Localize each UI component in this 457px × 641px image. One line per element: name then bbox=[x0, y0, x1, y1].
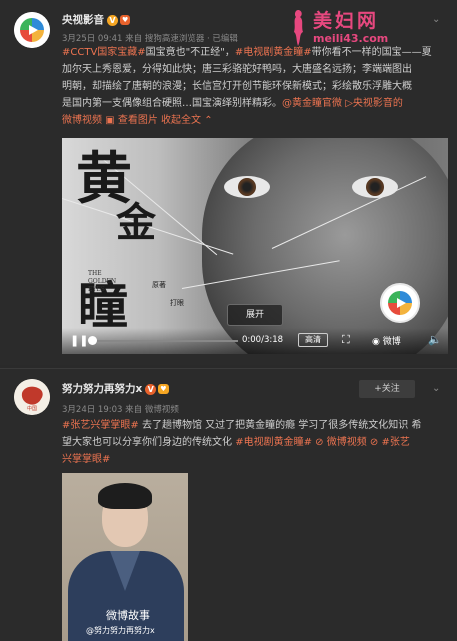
video-player[interactable]: 黄 金 瞳 THE GOLDEN EYES 原著 打眼 展开 ❚❚ 0:00/3… bbox=[62, 138, 448, 354]
text-segment: 去了趟博物馆 又过了把黄金瞳的瘾 学习了很多传统文化知识 希 bbox=[138, 420, 422, 431]
highlight-link[interactable]: ⊘ #张艺 bbox=[370, 437, 410, 448]
text-line: 加尔天上秀恩爱，分得如此快；唐三彩骆驼好鸭吗，大唐盛名远扬；李端端图出 bbox=[62, 61, 448, 78]
text-segment: 国宝竟也"不正经"， bbox=[145, 47, 235, 58]
chevron-down-icon[interactable]: ⌄ bbox=[432, 14, 440, 25]
text-segment: 带你看不一样的国宝——夏 bbox=[311, 47, 432, 58]
text-line: 是国内第一支偶像组合硬照…国宝演绎别样精彩。@黄金瞳官微 ▷央视影音的 bbox=[62, 95, 448, 112]
highlight-link[interactable]: #张艺兴掌掌眼# bbox=[62, 420, 139, 431]
text-line: #CCTV国家宝藏#国宝竟也"不正经"，#电视剧黄金瞳#带你看不一样的国宝——夏 bbox=[62, 44, 448, 61]
post-text: #CCTV国家宝藏#国宝竟也"不正经"，#电视剧黄金瞳#带你看不一样的国宝——夏… bbox=[62, 44, 448, 129]
cctv-avatar[interactable] bbox=[14, 12, 50, 48]
cctv-watermark-icon bbox=[380, 283, 420, 323]
post-text: #张艺兴掌掌眼# 去了趟博物馆 又过了把黄金瞳的瘾 学习了很多传统文化知识 希望… bbox=[62, 417, 448, 468]
weibo-story-watermark: 微博故事 bbox=[106, 609, 150, 622]
weibo-post-cctv: 央视影音 V ♥ 3月25日 09:41 来自 搜狗高速浏览器 · 已编辑 美妇网 … bbox=[0, 0, 457, 365]
post-author[interactable]: 央视影音 V ♥ bbox=[62, 12, 131, 27]
user-avatar[interactable]: 中国 bbox=[14, 379, 50, 415]
text-line: 微博视频 ▣ 查看图片 收起全文 ⌃ bbox=[62, 112, 448, 129]
text-segment: 明朝，却描绘了唐朝的浪漫；长信宫灯开创节能环保新模式；彩绘散乐浮雕大概 bbox=[62, 81, 412, 92]
highlight-link[interactable]: ⊘ 微博视频 bbox=[315, 437, 367, 448]
follow-button[interactable]: +关注 bbox=[359, 380, 415, 398]
highlight-link[interactable]: 兴掌掌眼# bbox=[62, 454, 110, 465]
post-author[interactable]: 努力努力再努力x V ♥ bbox=[62, 381, 169, 396]
post-meta: 3月25日 09:41 来自 搜狗高速浏览器 · 已编辑 bbox=[62, 34, 238, 44]
verified-icon: V bbox=[145, 383, 157, 395]
text-line: 兴掌掌眼# bbox=[62, 451, 448, 468]
credit-label: 原著 bbox=[152, 281, 166, 289]
video-time: 0:00/3:18 bbox=[242, 335, 284, 345]
drama-title-char: 金 bbox=[116, 199, 156, 246]
photo-handle: @努力努力再努力x bbox=[86, 626, 155, 635]
level-badge-icon: ♥ bbox=[158, 384, 169, 394]
highlight-link[interactable]: 收起全文 ⌃ bbox=[161, 115, 213, 126]
highlight-link[interactable]: #CCTV国家宝藏# bbox=[62, 47, 146, 58]
progress-bar[interactable] bbox=[90, 340, 238, 342]
chevron-down-icon[interactable]: ⌄ bbox=[432, 383, 440, 394]
progress-knob[interactable] bbox=[88, 336, 97, 345]
china-map-icon: 中国 bbox=[14, 379, 50, 415]
person-hair bbox=[98, 483, 152, 509]
pause-icon[interactable]: ❚❚ bbox=[70, 334, 88, 347]
cctv-logo-icon bbox=[14, 12, 50, 48]
text-line: 望大家也可以分享你们身边的传统文化 #电视剧黄金瞳# ⊘ 微博视频 ⊘ #张艺 bbox=[62, 434, 448, 451]
svg-text:中国: 中国 bbox=[27, 405, 37, 412]
fullscreen-icon[interactable]: ⛶ bbox=[342, 333, 350, 347]
highlight-link[interactable]: #电视剧黄金瞳# bbox=[235, 47, 312, 58]
author-name[interactable]: 努力努力再努力x bbox=[62, 383, 142, 395]
highlight-link[interactable]: 微博视频 bbox=[62, 115, 102, 126]
weibo-brand: ◉ 微博 bbox=[372, 337, 401, 347]
highlight-link[interactable]: ▣ 查看图片 bbox=[105, 115, 158, 126]
verified-icon: V bbox=[107, 14, 118, 26]
text-segment: 是国内第一支偶像组合硬照…国宝演绎别样精彩。 bbox=[62, 98, 282, 109]
credit-name: 打眼 bbox=[170, 299, 184, 307]
woman-silhouette-icon bbox=[294, 10, 303, 46]
video-controls: ❚❚ 0:00/3:18 高清 ⛶ ◉ 微博 🔈 bbox=[62, 328, 448, 354]
right-eye bbox=[352, 176, 398, 198]
text-segment: 加尔天上秀恩爱，分得如此快；唐三彩骆驼好鸭吗，大唐盛名远扬；李端端图出 bbox=[62, 64, 412, 75]
video-thumbnail[interactable]: 微博故事 @努力努力再努力x bbox=[62, 473, 188, 641]
expand-button[interactable]: 展开 bbox=[227, 304, 283, 326]
highlight-link[interactable]: @黄金瞳官微 bbox=[282, 98, 342, 109]
watermark-title: 美妇网 bbox=[313, 10, 380, 32]
highlight-link[interactable]: ▷央视影音的 bbox=[345, 98, 403, 109]
author-name[interactable]: 央视影音 bbox=[62, 14, 104, 26]
highlight-link[interactable]: #电视剧黄金瞳# bbox=[235, 437, 312, 448]
left-eye bbox=[224, 176, 270, 198]
text-line: 明朝，却描绘了唐朝的浪漫；长信宫灯开创节能环保新模式；彩绘散乐浮雕大概 bbox=[62, 78, 448, 95]
text-line: #张艺兴掌掌眼# 去了趟博物馆 又过了把黄金瞳的瘾 学习了很多传统文化知识 希 bbox=[62, 417, 448, 434]
level-badge-icon: ♥ bbox=[120, 15, 131, 25]
post-meta: 3月24日 19:03 来自 微博视频 bbox=[62, 405, 179, 415]
drama-title-en: THE GOLDEN EYES bbox=[88, 270, 117, 293]
quality-button[interactable]: 高清 bbox=[298, 333, 328, 347]
weibo-post-user: 中国 努力努力再努力x V ♥ 3月24日 19:03 来自 微博视频 +关注 ⌄ … bbox=[0, 368, 457, 641]
volume-icon[interactable]: 🔈 bbox=[428, 333, 442, 346]
text-segment: 望大家也可以分享你们身边的传统文化 bbox=[62, 437, 236, 448]
